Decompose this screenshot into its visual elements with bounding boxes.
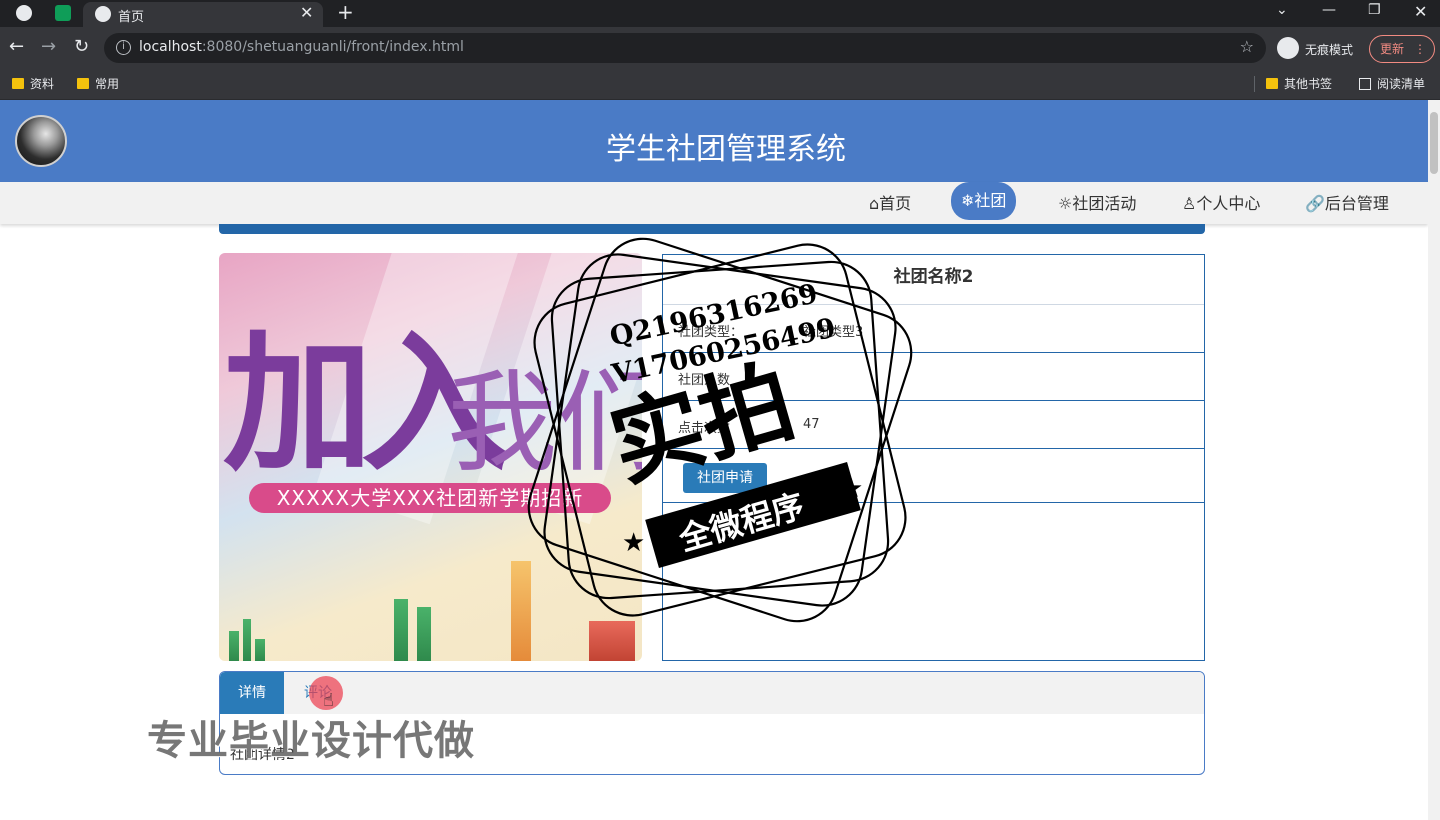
nav-admin[interactable]: 🔗后台管理 bbox=[1305, 190, 1389, 214]
update-button[interactable]: 更新 ⋮ bbox=[1369, 35, 1435, 63]
main-nav: ⌂首页 ❄社团 ☼社团活动 ♙个人中心 🔗后台管理 bbox=[0, 182, 1428, 224]
minimize-icon[interactable]: — bbox=[1322, 2, 1336, 18]
folder-icon bbox=[77, 78, 89, 89]
city-building bbox=[589, 621, 635, 661]
banner-ribbon: XXXXX大学XXX社团新学期招新 bbox=[249, 483, 611, 513]
new-tab-icon[interactable]: + bbox=[337, 0, 354, 24]
nav-home[interactable]: ⌂首页 bbox=[869, 190, 911, 214]
reading-list-icon bbox=[1359, 77, 1371, 90]
nav-personal-center[interactable]: ♙个人中心 bbox=[1182, 190, 1260, 214]
club-banner-image: 加入 我们 XXXXX大学XXX社团新学期招新 bbox=[219, 253, 642, 661]
close-icon[interactable]: ✕ bbox=[300, 3, 313, 22]
incognito-icon[interactable] bbox=[1277, 37, 1299, 59]
hand-cursor-icon: ☝ bbox=[323, 690, 334, 711]
url-text[interactable]: localhost:8080/shetuanguanli/front/index… bbox=[139, 39, 464, 55]
folder-icon bbox=[12, 78, 24, 89]
restore-icon[interactable]: ❐ bbox=[1368, 2, 1381, 18]
folder-icon bbox=[1266, 78, 1278, 89]
address-bar: ← → ↻ i localhost:8080/shetuanguanli/fro… bbox=[0, 27, 1440, 68]
more-icon[interactable]: ⋮ bbox=[1414, 36, 1426, 62]
sheets-icon[interactable] bbox=[55, 5, 71, 21]
reload-icon[interactable]: ↻ bbox=[74, 36, 89, 57]
star-icon[interactable]: ☆ bbox=[1240, 37, 1254, 56]
watermark-text: 专业毕业设计代做 bbox=[147, 718, 475, 764]
city-building bbox=[255, 639, 265, 661]
info-icon[interactable]: i bbox=[116, 40, 131, 55]
site-header: 学生社团管理系统 bbox=[0, 100, 1428, 182]
browser-tab[interactable]: 首页 ✕ bbox=[83, 2, 323, 27]
browser-tab-strip: 首页 ✕ + ⌄ — ❐ ✕ bbox=[0, 0, 1440, 27]
section-top-strip bbox=[219, 224, 1205, 234]
bookmark-other[interactable]: 其他书签 bbox=[1266, 75, 1332, 92]
close-window-icon[interactable]: ✕ bbox=[1414, 2, 1427, 21]
chevron-down-icon[interactable]: ⌄ bbox=[1276, 2, 1288, 18]
page-scrollbar[interactable] bbox=[1428, 100, 1440, 820]
back-icon[interactable]: ← bbox=[9, 36, 24, 57]
bookmark-folder-changyong[interactable]: 常用 bbox=[77, 75, 119, 92]
city-building bbox=[243, 619, 251, 661]
tab-title: 首页 bbox=[118, 10, 145, 25]
nav-club[interactable]: ❄社团 bbox=[951, 182, 1017, 220]
city-building bbox=[394, 599, 408, 661]
forward-icon[interactable]: → bbox=[41, 36, 56, 57]
site-title: 学生社团管理系统 bbox=[606, 132, 846, 167]
globe-icon[interactable] bbox=[16, 5, 32, 21]
nav-club-activity[interactable]: ☼社团活动 bbox=[1058, 190, 1136, 214]
star-icon: ★ bbox=[622, 528, 646, 558]
incognito-label[interactable]: 无痕模式 bbox=[1305, 41, 1353, 58]
reading-list[interactable]: 阅读清单 bbox=[1359, 75, 1425, 92]
views-value: 47 bbox=[803, 417, 820, 432]
city-building bbox=[417, 607, 431, 661]
update-label: 更新 bbox=[1380, 42, 1405, 56]
city-tower bbox=[511, 561, 531, 661]
star-icon: ★ bbox=[840, 474, 864, 504]
scroll-thumb[interactable] bbox=[1430, 112, 1438, 174]
url-input[interactable]: i localhost:8080/shetuanguanli/front/ind… bbox=[104, 33, 1266, 63]
bookmarks-bar: 资料 常用 其他书签 阅读清单 bbox=[0, 68, 1440, 100]
globe-icon bbox=[95, 6, 111, 22]
bookmarks-divider bbox=[1254, 76, 1255, 92]
city-building bbox=[229, 631, 239, 661]
bookmark-folder-ziliao[interactable]: 资料 bbox=[12, 75, 54, 92]
